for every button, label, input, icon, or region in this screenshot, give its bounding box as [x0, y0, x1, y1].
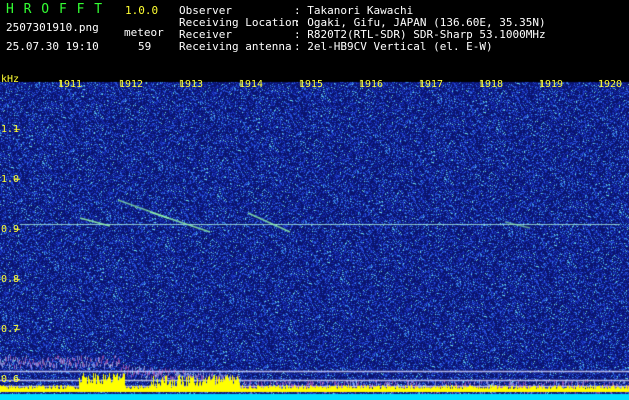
x-tick-1913: 1913	[179, 79, 204, 90]
antenna-label: Receiving antenna	[179, 40, 292, 53]
spectrogram-canvas	[0, 72, 629, 400]
y-tick-1-0: 1.0	[1, 174, 20, 185]
x-tick-1920: 1920	[598, 79, 623, 90]
header-panel: H R O F F T 1.0.0 2507301910.png meteor …	[0, 0, 629, 72]
app-version: 1.0.0	[125, 4, 159, 17]
y-tick-1-1: 1.1	[1, 124, 20, 135]
x-tick-1915: 1915	[299, 79, 324, 90]
x-tick-1914: 1914	[239, 79, 264, 90]
meteor-count: 59	[138, 40, 152, 53]
y-tick-0-8: 0.8	[1, 274, 20, 285]
x-tick-1919: 1919	[539, 79, 564, 90]
y-tick-0-9: 0.9	[1, 224, 20, 235]
y-unit-label: kHz	[1, 74, 20, 85]
x-tick-1918: 1918	[479, 79, 504, 90]
app-title: H R O F F T	[6, 2, 104, 17]
file-name: 2507301910.png	[6, 21, 99, 34]
y-tick-0-6: 0.6	[1, 374, 20, 385]
antenna-value: : 2el-HB9CV Vertical (el. E-W)	[294, 40, 493, 53]
x-tick-1917: 1917	[419, 79, 444, 90]
x-tick-1912: 1912	[119, 79, 144, 90]
x-tick-1911: 1911	[58, 79, 83, 90]
meteor-label: meteor	[124, 26, 164, 39]
y-tick-0-7: 0.7	[1, 324, 20, 335]
x-tick-1916: 1916	[359, 79, 384, 90]
timestamp: 25.07.30 19:10	[6, 40, 99, 53]
